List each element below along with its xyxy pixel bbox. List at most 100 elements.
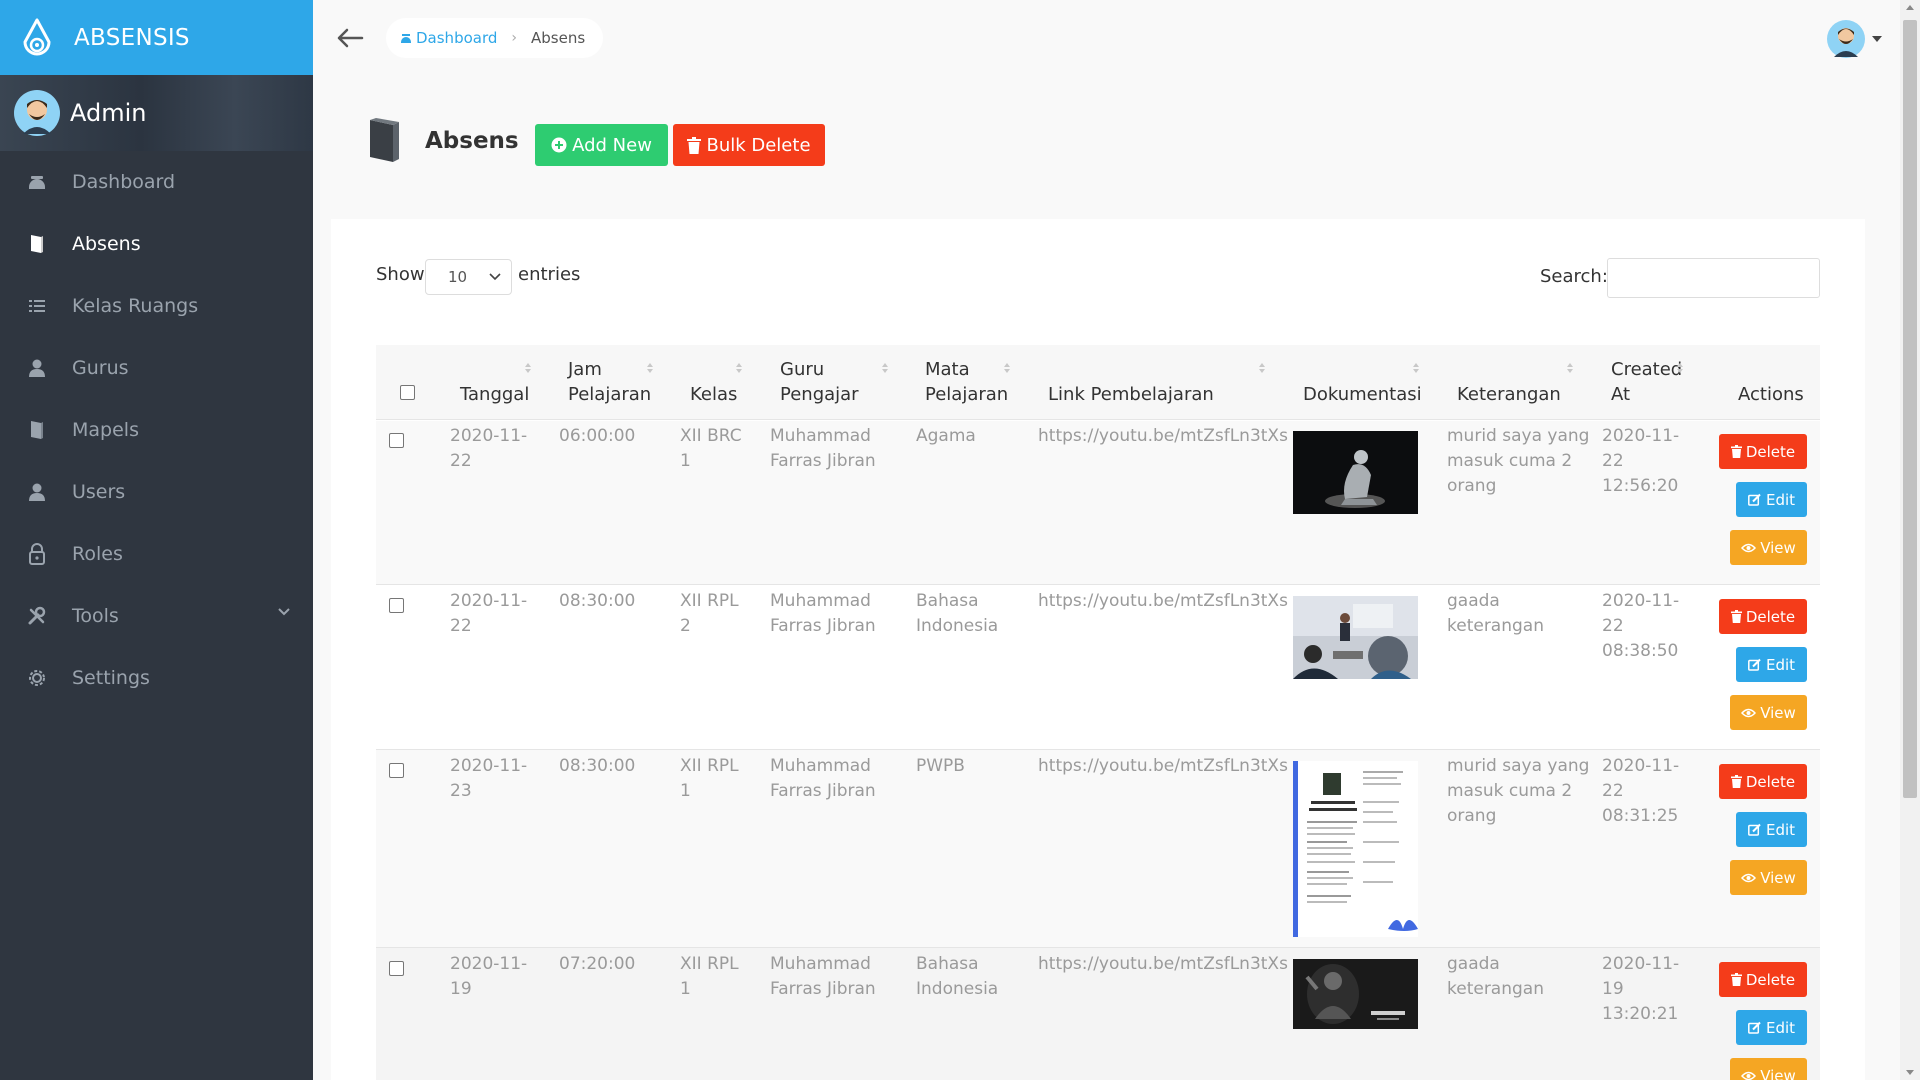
brand-bar[interactable]: ABSENSIS — [0, 0, 313, 75]
plus-circle-icon — [551, 137, 567, 153]
sort-icon[interactable] — [646, 362, 654, 374]
sort-icon[interactable] — [1258, 362, 1266, 374]
sidebar-item-users[interactable]: Users — [0, 461, 313, 523]
page-length-value: 10 — [448, 268, 468, 286]
row-checkbox[interactable] — [389, 598, 404, 613]
sidebar: ABSENSIS Admin Dashboard Absens Kelas Ru… — [0, 0, 313, 1080]
select-all-checkbox[interactable] — [400, 385, 415, 400]
header-jam-line2[interactable]: Pelajaran — [568, 382, 651, 407]
cell-created-at: 2020-11- 19 13:20:21 — [1602, 954, 1680, 1024]
trash-icon — [687, 136, 702, 154]
dokumentasi-image[interactable] — [1293, 761, 1418, 937]
edit-button[interactable]: Edit — [1736, 482, 1807, 517]
cell-mapel: Agama — [916, 426, 976, 446]
delete-button[interactable]: Delete — [1719, 599, 1807, 634]
header-guru-line2[interactable]: Pengajar — [780, 382, 859, 407]
sidebar-item-label: Mapels — [72, 419, 139, 441]
bulk-delete-button[interactable]: Bulk Delete — [673, 124, 825, 166]
header-tanggal[interactable]: Tanggal — [460, 382, 529, 407]
header-created-line1[interactable]: Created — [1611, 357, 1682, 382]
cell-link[interactable]: https://youtu.be/mtZsfLn3tXs — [1038, 589, 1288, 614]
sort-icon[interactable] — [524, 362, 532, 374]
sidebar-item-mapels[interactable]: Mapels — [0, 399, 313, 461]
sidebar-item-absens[interactable]: Absens — [0, 213, 313, 275]
user-avatar-menu[interactable] — [1827, 20, 1865, 58]
header-jam-line1[interactable]: Jam — [568, 357, 602, 382]
edit-button[interactable]: Edit — [1736, 1010, 1807, 1045]
sidebar-item-dashboard[interactable]: Dashboard — [0, 151, 313, 213]
caret-down-icon[interactable] — [1872, 36, 1882, 42]
delete-button[interactable]: Delete — [1719, 962, 1807, 997]
view-button[interactable]: View — [1730, 1058, 1807, 1080]
cell-jam: 07:20:00 — [559, 954, 636, 974]
sort-icon[interactable] — [1566, 362, 1574, 374]
list-icon — [26, 295, 48, 317]
user-name: Admin — [70, 99, 147, 127]
show-label: Show — [376, 264, 425, 285]
lock-icon — [26, 543, 48, 565]
cell-link[interactable]: https://youtu.be/mtZsfLn3tXs — [1038, 952, 1288, 977]
back-arrow-icon[interactable] — [336, 24, 364, 52]
cell-link[interactable]: https://youtu.be/mtZsfLn3tXs — [1038, 754, 1288, 779]
sort-icon[interactable] — [735, 362, 743, 374]
edit-button[interactable]: Edit — [1736, 812, 1807, 847]
table-row: 2020-11- 19 07:20:00 XII RPL 1 Muhammad Far… — [376, 948, 1820, 1080]
edit-icon — [1748, 823, 1761, 836]
cell-guru: Muhammad Farras Jibran — [770, 954, 876, 999]
sort-icon[interactable] — [1003, 362, 1011, 374]
row-checkbox[interactable] — [389, 433, 404, 448]
scroll-down-arrow-icon[interactable] — [1906, 1070, 1914, 1075]
user-panel[interactable]: Admin — [0, 75, 313, 151]
sidebar-item-label: Settings — [72, 667, 150, 689]
dokumentasi-image[interactable] — [1293, 596, 1418, 679]
scroll-up-arrow-icon[interactable] — [1906, 5, 1914, 10]
brand-logo-icon — [23, 18, 51, 55]
header-mapel-line1[interactable]: Mata — [925, 357, 970, 382]
sidebar-item-kelas-ruangs[interactable]: Kelas Ruangs — [0, 275, 313, 337]
breadcrumb-dashboard-link[interactable]: Dashboard — [400, 29, 497, 47]
header-dokumentasi[interactable]: Dokumentasi — [1303, 382, 1422, 407]
sidebar-item-gurus[interactable]: Gurus — [0, 337, 313, 399]
header-link[interactable]: Link Pembelajaran — [1048, 382, 1214, 407]
scrollbar-thumb[interactable] — [1903, 20, 1917, 798]
view-button[interactable]: View — [1730, 695, 1807, 730]
sidebar-item-label: Users — [72, 481, 126, 503]
cell-guru: Muhammad Farras Jibran — [770, 426, 876, 471]
delete-button[interactable]: Delete — [1719, 764, 1807, 799]
sort-icon[interactable] — [1412, 362, 1420, 374]
sidebar-item-label: Roles — [72, 543, 123, 565]
search-input[interactable] — [1607, 258, 1820, 298]
header-keterangan[interactable]: Keterangan — [1457, 382, 1561, 407]
breadcrumb-home-label: Dashboard — [416, 29, 498, 47]
sidebar-item-tools[interactable]: Tools — [0, 585, 313, 647]
row-checkbox[interactable] — [389, 763, 404, 778]
add-new-button[interactable]: Add New — [535, 124, 668, 166]
delete-button[interactable]: Delete — [1719, 434, 1807, 469]
edit-button[interactable]: Edit — [1736, 647, 1807, 682]
page-length-select[interactable]: 10 — [425, 259, 512, 295]
page-scrollbar[interactable] — [1900, 0, 1920, 1080]
sidebar-item-roles[interactable]: Roles — [0, 523, 313, 585]
view-button[interactable]: View — [1730, 860, 1807, 895]
cell-created-at: 2020-11- 22 12:56:20 — [1602, 426, 1680, 496]
avatar — [14, 90, 60, 136]
bulk-delete-label: Bulk Delete — [706, 134, 811, 156]
row-checkbox[interactable] — [389, 961, 404, 976]
header-guru-line1[interactable]: Guru — [780, 357, 824, 382]
cell-guru: Muhammad Farras Jibran — [770, 591, 876, 636]
view-button[interactable]: View — [1730, 530, 1807, 565]
sort-icon[interactable] — [1676, 362, 1684, 374]
cell-link[interactable]: https://youtu.be/mtZsfLn3tXs — [1038, 424, 1288, 449]
header-mapel-line2[interactable]: Pelajaran — [925, 382, 1008, 407]
dokumentasi-image[interactable] — [1293, 959, 1418, 1029]
cell-jam: 08:30:00 — [559, 756, 636, 776]
cell-tanggal: 2020-11- 23 — [450, 756, 528, 801]
header-kelas[interactable]: Kelas — [690, 382, 737, 407]
sidebar-item-settings[interactable]: Settings — [0, 647, 313, 709]
dokumentasi-image[interactable] — [1293, 431, 1418, 514]
tools-icon — [26, 605, 48, 627]
sort-icon[interactable] — [881, 362, 889, 374]
page-title: Absens — [425, 128, 519, 154]
header-created-line2[interactable]: At — [1611, 382, 1630, 407]
cell-kelas: XII RPL 1 — [680, 756, 739, 801]
